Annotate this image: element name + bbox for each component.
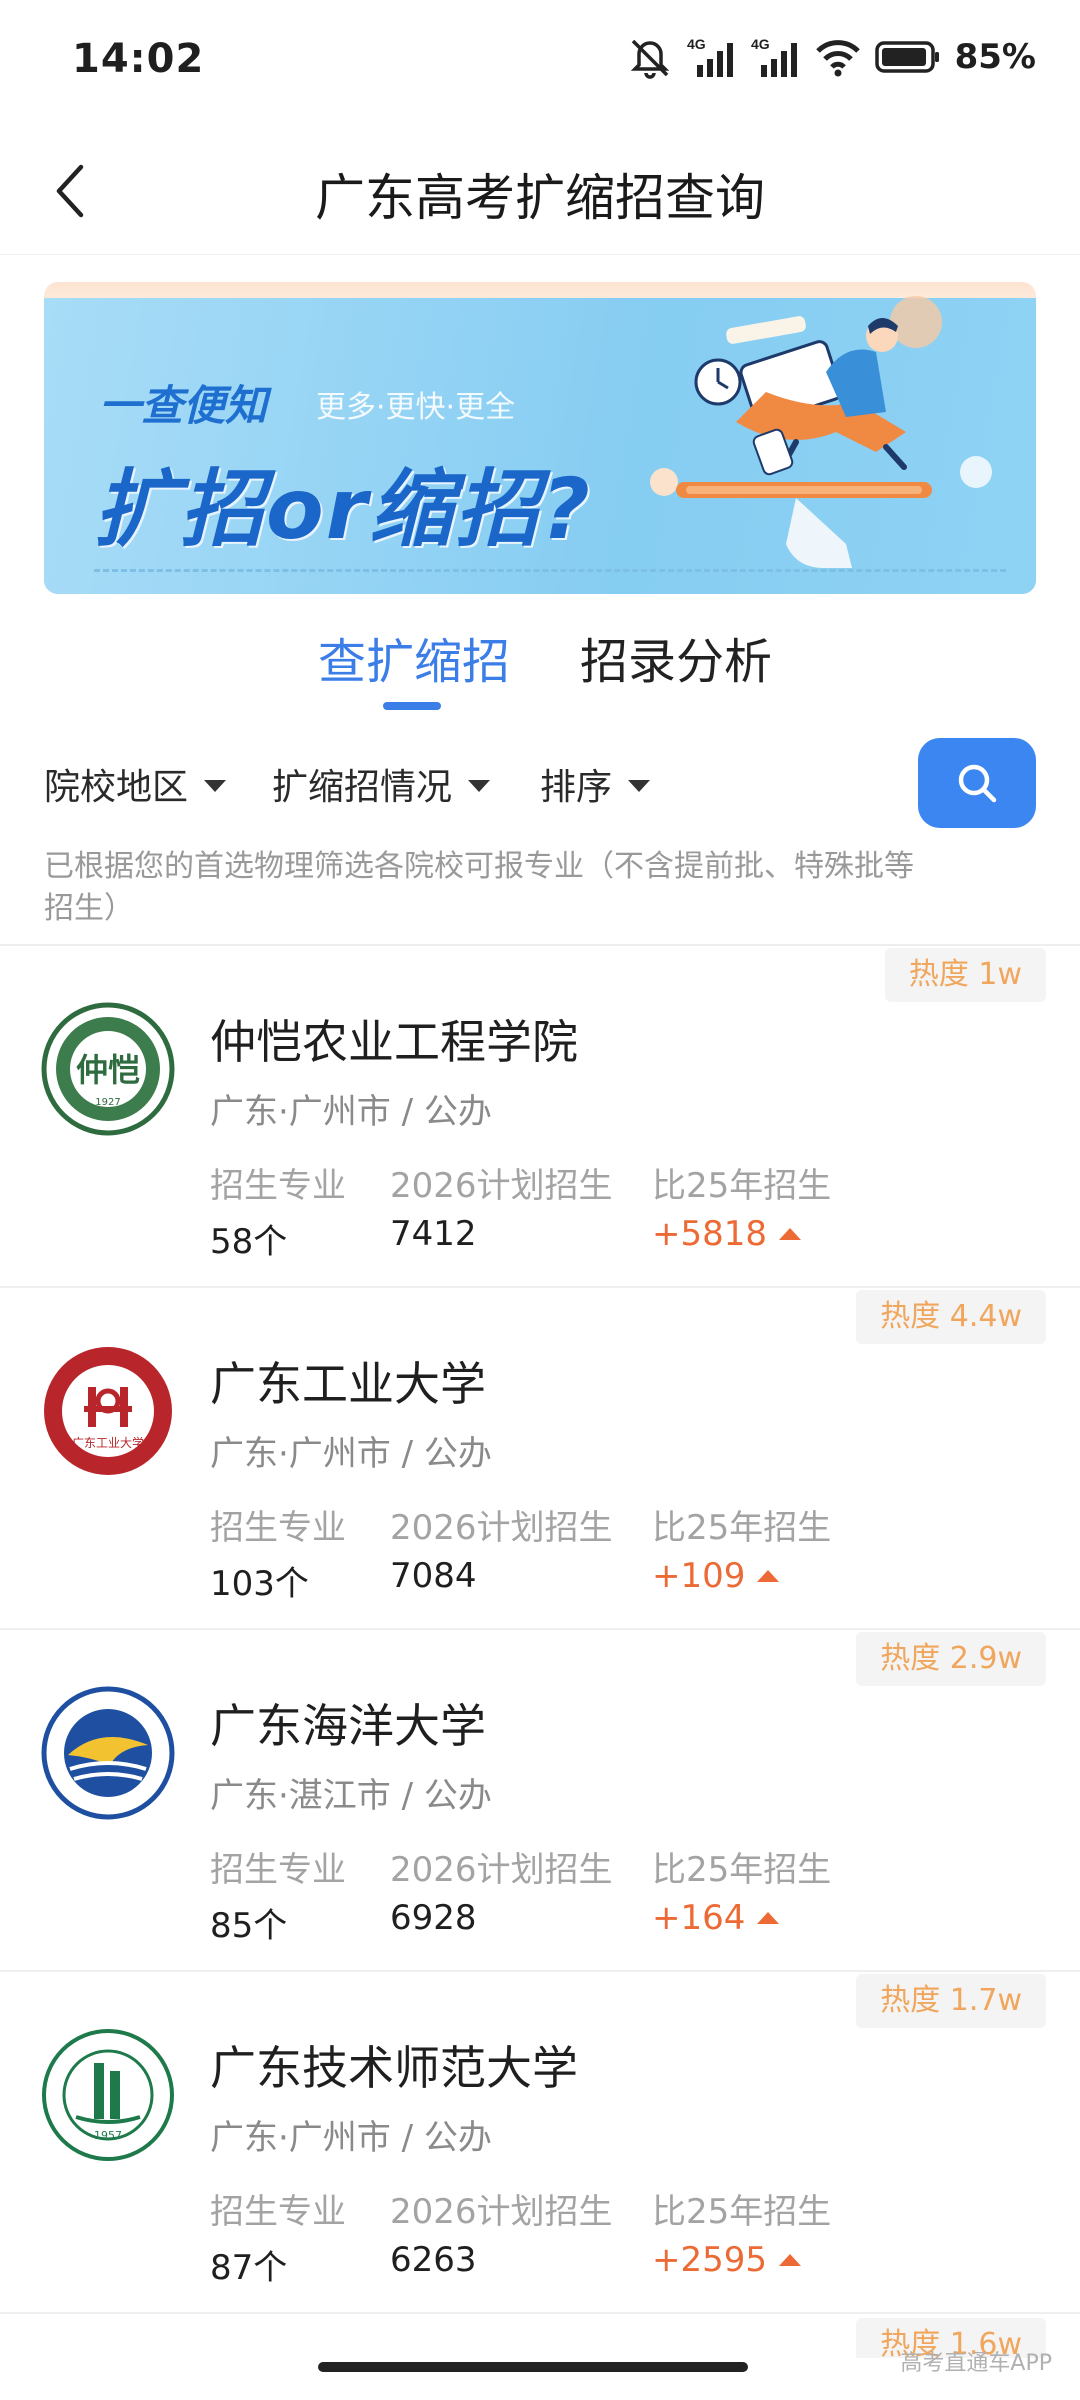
heat-badge: 热度 2.9w <box>856 1632 1046 1686</box>
plan-label: 2026计划招生 <box>390 1166 613 1206</box>
school-location: 广东·广州市 / 公办 <box>210 1434 492 1474</box>
filter-change-label: 扩缩招情况 <box>272 767 453 808</box>
school-logo-gdut: 广东工业大学 <box>44 1347 172 1475</box>
caret-down-icon <box>628 780 651 792</box>
school-location: 广东·广州市 / 公办 <box>210 1092 492 1132</box>
page-title: 广东高考扩缩招查询 <box>315 169 765 227</box>
school-location: 广东·湛江市 / 公办 <box>210 1776 492 1816</box>
tab-admission-analysis[interactable]: 招录分析 <box>580 622 772 692</box>
battery-percent: 85% <box>954 37 1036 77</box>
net-label-1: 4G <box>687 36 706 52</box>
increase-arrow-icon <box>757 1912 780 1924</box>
plan-value: 6263 <box>390 2240 477 2280</box>
filter-region-label: 院校地区 <box>44 767 189 808</box>
signal-icon-1: 4G <box>687 36 733 77</box>
home-indicator[interactable] <box>318 2362 748 2372</box>
increase-arrow-icon <box>779 1228 802 1240</box>
filter-change-dropdown[interactable]: 扩缩招情况 <box>272 758 491 810</box>
heat-badge: 热度 1w <box>884 948 1046 1002</box>
school-card[interactable]: 热度 4.4w 广东工业大学 广东工业大学 广东·广州市 / 公办 招生专业 2… <box>0 1288 1080 1630</box>
plan-label: 2026计划招生 <box>390 1850 613 1890</box>
status-bar: 14:02 4G 4G 85% <box>0 0 1080 120</box>
change-label: 比25年招生 <box>652 1166 832 1206</box>
plan-value: 7084 <box>390 1556 477 1596</box>
filter-note: 已根据您的首选物理筛选各院校可报专业（不含提前批、特殊批等招生） <box>44 849 914 926</box>
plan-label: 2026计划招生 <box>390 2192 613 2232</box>
school-card[interactable]: 热度 1w 仲恺 1927 仲恺农业工程学院 广东·广州市 / 公办 招生专业 … <box>0 946 1080 1288</box>
battery-icon <box>874 41 939 73</box>
school-name: 广东工业大学 <box>210 1357 486 1411</box>
school-card[interactable]: 热度 1.7w 1957 广东技术师范大学 广东·广州市 / 公办 招生专业 2… <box>0 1972 1080 2314</box>
search-icon <box>958 764 997 803</box>
majors-label: 招生专业 <box>210 1508 346 1548</box>
plan-value: 7412 <box>390 1214 477 1254</box>
majors-value: 87个 <box>210 2248 288 2288</box>
change-value: +109 <box>652 1556 780 1596</box>
signal-icon-2: 4G <box>751 36 797 77</box>
majors-value: 103个 <box>210 1564 309 1604</box>
banner-title: 扩招or缩招? <box>94 460 592 558</box>
mute-bell-icon <box>630 39 669 79</box>
plan-value: 6928 <box>390 1898 477 1938</box>
heat-badge: 热度 1.7w <box>856 1974 1046 2028</box>
school-logo-gdou <box>41 1686 175 1820</box>
tab-active-indicator <box>383 702 441 710</box>
app-header: 广东高考扩缩招查询 <box>0 130 1080 255</box>
search-button[interactable] <box>918 738 1036 828</box>
change-value: +164 <box>652 1898 780 1938</box>
student-illustration-icon <box>650 296 992 568</box>
plan-label: 2026计划招生 <box>390 1508 613 1548</box>
change-label: 比25年招生 <box>652 1850 832 1890</box>
svg-text:仲恺: 仲恺 <box>76 1051 140 1089</box>
change-number: +164 <box>652 1898 746 1938</box>
caret-down-icon <box>468 780 491 792</box>
filter-sort-label: 排序 <box>540 767 613 808</box>
change-number: +2595 <box>652 2240 768 2280</box>
increase-arrow-icon <box>779 2254 802 2266</box>
svg-text:1927: 1927 <box>95 1097 120 1108</box>
filter-sort-dropdown[interactable]: 排序 <box>540 758 651 810</box>
app-watermark: 高考直通车APP <box>900 2351 1052 2376</box>
majors-label: 招生专业 <box>210 1850 346 1890</box>
heat-badge: 热度 4.4w <box>856 1290 1046 1344</box>
filter-region-dropdown[interactable]: 院校地区 <box>44 758 227 810</box>
status-time: 14:02 <box>72 36 205 82</box>
svg-text:广东工业大学: 广东工业大学 <box>72 1435 144 1450</box>
school-card[interactable]: 热度 2.9w 广东海洋大学 广东·湛江市 / 公办 招生专业 2026计划招生… <box>0 1630 1080 1972</box>
school-name: 仲恺农业工程学院 <box>210 1015 578 1069</box>
school-logo-gpnu: 1957 <box>42 2029 174 2161</box>
tab-check-enrollment[interactable]: 查扩缩招 <box>318 622 510 692</box>
change-number: +109 <box>652 1556 746 1596</box>
status-icons: 4G 4G 85% <box>627 32 1036 82</box>
school-name: 广东技术师范大学 <box>210 2041 578 2095</box>
school-location: 广东·广州市 / 公办 <box>210 2118 492 2158</box>
banner-slogan: 一查便知 <box>99 381 268 430</box>
change-number: +5818 <box>652 1214 768 1254</box>
increase-arrow-icon <box>757 1570 780 1582</box>
caret-down-icon <box>204 780 227 792</box>
svg-text:1957: 1957 <box>94 2129 122 2142</box>
banner-subtitle: 更多·更快·更全 <box>316 390 516 425</box>
net-label-2: 4G <box>751 36 770 52</box>
change-label: 比25年招生 <box>652 1508 832 1548</box>
school-logo-zhongkai: 仲恺 1927 <box>41 1002 175 1136</box>
promo-banner[interactable]: 一查便知 更多·更快·更全 扩招or缩招? <box>44 282 1036 594</box>
wifi-icon <box>815 40 860 77</box>
majors-value: 58个 <box>210 1222 288 1262</box>
school-name: 广东海洋大学 <box>210 1699 486 1753</box>
filter-bar: 院校地区 扩缩招情况 排序 <box>0 730 1080 840</box>
change-label: 比25年招生 <box>652 2192 832 2232</box>
majors-label: 招生专业 <box>210 1166 346 1206</box>
school-list: 热度 1w 仲恺 1927 仲恺农业工程学院 广东·广州市 / 公办 招生专业 … <box>0 944 1080 2314</box>
change-value: +2595 <box>652 2240 802 2280</box>
tab-bar: 查扩缩招 招录分析 <box>0 610 1080 720</box>
majors-value: 85个 <box>210 1906 288 1946</box>
majors-label: 招生专业 <box>210 2192 346 2232</box>
change-value: +5818 <box>652 1214 802 1254</box>
